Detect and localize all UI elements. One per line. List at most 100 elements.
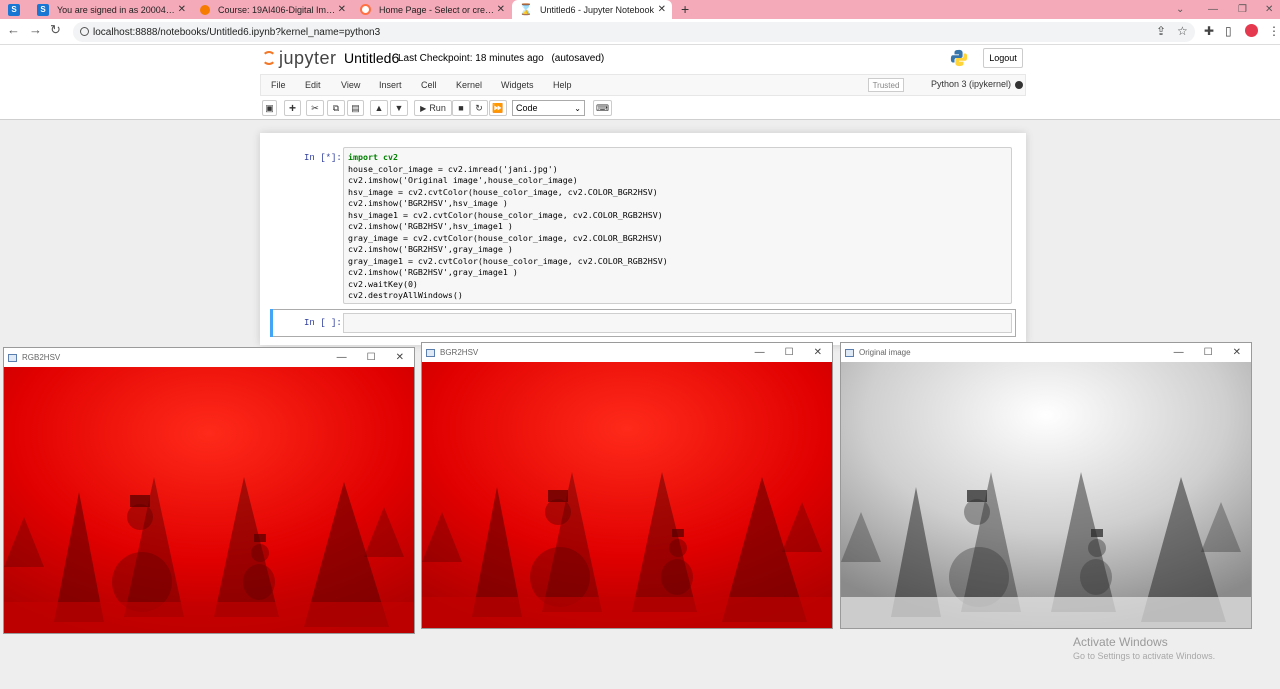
- notebook-name[interactable]: Untitled6: [344, 50, 399, 66]
- tab-title: Course: 19AI406-Digital Image P: [218, 4, 338, 15]
- code-cell-editor[interactable]: import cv2 house_color_image = cv2.imrea…: [343, 147, 1012, 304]
- checkpoint-text: Last Checkpoint: 18 minutes ago: [398, 53, 544, 64]
- interrupt-icon[interactable]: ■: [452, 100, 470, 116]
- tab-course[interactable]: Course: 19AI406-Digital Image P ✕: [192, 0, 352, 19]
- menu-help[interactable]: Help: [553, 80, 572, 90]
- command-palette-icon[interactable]: ⌨: [593, 100, 612, 116]
- tab-pinned[interactable]: S: [0, 0, 28, 19]
- close-icon[interactable]: ✕: [396, 352, 404, 363]
- home-icon: [360, 4, 371, 15]
- code-line: cv2.waitKey(0): [348, 278, 418, 289]
- menu-insert[interactable]: Insert: [379, 80, 402, 90]
- python-logo-icon: [950, 49, 968, 67]
- restart-run-all-icon[interactable]: ⏩: [489, 100, 507, 116]
- tab-jupyter-active[interactable]: ⌛ Untitled6 - Jupyter Notebook ✕: [512, 0, 672, 19]
- imshow-window-rgb2hsv[interactable]: RGB2HSV — ☐ ✕: [3, 347, 415, 634]
- window-title: RGB2HSV: [22, 353, 61, 362]
- paste-icon[interactable]: ▤: [347, 100, 364, 116]
- close-icon[interactable]: ✕: [814, 347, 822, 358]
- code-line: gray_image = cv2.cvtColor(house_color_im…: [348, 232, 663, 243]
- move-down-icon[interactable]: ▼: [390, 100, 408, 116]
- menu-widgets[interactable]: Widgets: [501, 80, 534, 90]
- s-site-icon: S: [8, 3, 20, 16]
- moodle-icon: [200, 4, 210, 15]
- maximize-icon[interactable]: ☐: [1204, 347, 1213, 358]
- jupyter-logo[interactable]: jupyter: [262, 47, 337, 69]
- kernel-busy-indicator: [1015, 81, 1023, 89]
- empty-code-cell[interactable]: [343, 313, 1012, 333]
- tab-title: Home Page - Select or create a n: [379, 4, 497, 15]
- close-tab-icon[interactable]: ✕: [658, 4, 672, 15]
- extensions-icon[interactable]: ✚: [1204, 24, 1214, 38]
- close-tab-icon[interactable]: ✕: [497, 4, 511, 15]
- trusted-badge[interactable]: Trusted: [868, 78, 904, 92]
- window-titlebar[interactable]: Original image — ☐ ✕: [841, 343, 1251, 362]
- code-line: cv2.destroyAllWindows(): [348, 290, 463, 300]
- window-title: Original image: [859, 348, 911, 357]
- menu-bar: [260, 74, 1026, 96]
- cell-type-select[interactable]: Code ⌄: [512, 100, 585, 116]
- menu-kernel[interactable]: Kernel: [456, 80, 482, 90]
- chevron-down-icon: ⌄: [574, 103, 581, 113]
- close-icon[interactable]: ✕: [1233, 347, 1241, 358]
- imshow-window-bgr2hsv[interactable]: BGR2HSV — ☐ ✕: [421, 342, 833, 629]
- close-window-icon[interactable]: ✕: [1265, 0, 1273, 19]
- cut-icon[interactable]: ✂: [306, 100, 324, 116]
- kernel-name[interactable]: Python 3 (ipykernel): [931, 79, 1011, 89]
- play-icon: ▶: [420, 103, 427, 113]
- checkpoint-status: Last Checkpoint: 18 minutes ago (autosav…: [398, 53, 604, 64]
- image-rgb2hsv: [4, 367, 414, 633]
- minimize-icon[interactable]: —: [755, 347, 765, 358]
- minimize-icon[interactable]: —: [1208, 0, 1218, 19]
- run-button[interactable]: ▶ Run: [414, 100, 452, 116]
- code-line: gray_image1 = cv2.cvtColor(house_color_i…: [348, 255, 668, 266]
- tab-title: Untitled6 - Jupyter Notebook: [540, 4, 655, 15]
- share-icon[interactable]: ⇪: [1156, 24, 1166, 38]
- tab-signed-in[interactable]: S You are signed in as 20004280 ✕: [29, 0, 192, 19]
- menu-cell[interactable]: Cell: [421, 80, 437, 90]
- restart-icon[interactable]: ↻: [470, 100, 488, 116]
- logout-button[interactable]: Logout: [983, 48, 1023, 68]
- window-titlebar[interactable]: RGB2HSV — ☐ ✕: [4, 348, 414, 367]
- move-up-icon[interactable]: ▲: [370, 100, 388, 116]
- forward-icon[interactable]: →: [29, 22, 42, 37]
- add-cell-icon[interactable]: +: [284, 100, 301, 116]
- image-bgr2hsv: [422, 362, 832, 628]
- autosave-text: (autosaved): [551, 53, 605, 64]
- close-tab-icon[interactable]: ✕: [178, 4, 192, 15]
- copy-icon[interactable]: ⧉: [327, 100, 345, 116]
- cell-prompt: In [*]:: [304, 153, 342, 163]
- code-line: cv2.imshow('BGR2HSV',hsv_image ): [348, 198, 508, 208]
- bookmark-star-icon[interactable]: ☆: [1177, 24, 1188, 38]
- restore-icon[interactable]: ❐: [1238, 0, 1247, 19]
- new-tab-button[interactable]: +: [681, 1, 689, 17]
- url-field[interactable]: localhost:8888/notebooks/Untitled6.ipynb…: [73, 22, 1195, 42]
- tab-home-page[interactable]: Home Page - Select or create a n ✕: [352, 0, 511, 19]
- save-icon[interactable]: ▣: [262, 100, 277, 116]
- browser-menu-icon[interactable]: ⋮: [1268, 24, 1280, 38]
- profile-avatar[interactable]: [1245, 24, 1258, 37]
- menu-view[interactable]: View: [341, 80, 360, 90]
- code-line: house_color_image = cv2.imread('jani.jpg…: [348, 163, 558, 174]
- close-tab-icon[interactable]: ✕: [338, 4, 352, 15]
- reload-icon[interactable]: ↻: [50, 22, 61, 38]
- code-line: cv2.imshow('Original image',house_color_…: [348, 175, 578, 185]
- back-icon[interactable]: ←: [7, 22, 20, 37]
- window-titlebar[interactable]: BGR2HSV — ☐ ✕: [422, 343, 832, 362]
- menu-file[interactable]: File: [271, 80, 286, 90]
- site-info-icon[interactable]: [80, 27, 89, 36]
- imshow-window-original[interactable]: Original image — ☐ ✕: [840, 342, 1252, 629]
- maximize-icon[interactable]: ☐: [785, 347, 794, 358]
- side-panel-icon[interactable]: ▯: [1225, 24, 1232, 38]
- tab-search-icon[interactable]: ⌄: [1176, 0, 1184, 19]
- maximize-icon[interactable]: ☐: [367, 352, 376, 363]
- minimize-icon[interactable]: —: [1174, 347, 1184, 358]
- minimize-icon[interactable]: —: [337, 352, 347, 363]
- tab-title: You are signed in as 20004280: [57, 4, 178, 15]
- menu-edit[interactable]: Edit: [305, 80, 321, 90]
- window-app-icon: [845, 348, 854, 357]
- code-line: hsv_image1 = cv2.cvtColor(house_color_im…: [348, 209, 663, 220]
- activate-windows-subtitle: Go to Settings to activate Windows.: [1073, 651, 1216, 661]
- code-line: cv2.imshow('RGB2HSV',gray_image1 ): [348, 267, 518, 277]
- window-app-icon: [8, 353, 17, 362]
